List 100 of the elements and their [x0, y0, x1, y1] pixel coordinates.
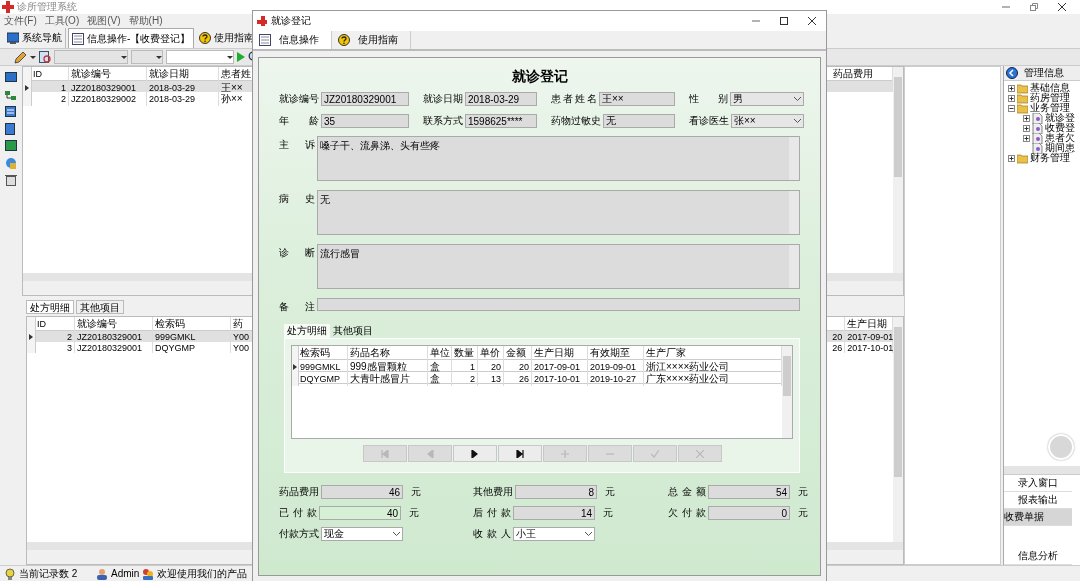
input-field[interactable]: 40	[319, 506, 401, 520]
dropdown[interactable]: 男	[730, 92, 804, 106]
menu-item[interactable]: 工具(O)	[44, 14, 80, 28]
expand-icon[interactable]	[1008, 84, 1016, 92]
column-header: 有效期至	[588, 346, 644, 360]
table-cell: 盒	[428, 372, 452, 386]
maximize-icon[interactable]	[780, 17, 788, 25]
input-field[interactable]: 1598625****	[465, 114, 537, 128]
input-field[interactable]: 46	[321, 485, 403, 499]
combo-box[interactable]	[166, 50, 234, 64]
collapse-icon[interactable]	[1008, 104, 1016, 112]
input-field[interactable]: 2018-03-29	[465, 92, 537, 106]
unit-label: 元	[409, 506, 419, 520]
menu-item[interactable]: 帮助(H)	[128, 14, 163, 28]
expand-icon[interactable]	[1023, 124, 1031, 132]
nav-tab[interactable]: 系统导航	[4, 28, 66, 48]
vertical-scrollbar[interactable]	[782, 346, 792, 438]
text-area[interactable]: 无	[317, 190, 800, 235]
input-field[interactable]: 54	[708, 485, 790, 499]
vertical-scrollbar[interactable]	[893, 67, 904, 273]
next-icon	[470, 449, 479, 458]
menu-item[interactable]: 文件(F)	[4, 14, 37, 28]
tree-item[interactable]: 基础信息	[1030, 83, 1071, 93]
navigator-button[interactable]	[452, 445, 497, 462]
unit-label: 元	[798, 485, 808, 499]
navigator-button[interactable]	[497, 445, 542, 462]
field-label: 备注	[279, 300, 315, 314]
table-cell: JZ20180329002	[69, 92, 147, 106]
bin-icon[interactable]	[5, 174, 17, 186]
book-icon[interactable]	[5, 123, 17, 135]
tree-item[interactable]: 期间患	[1045, 143, 1076, 153]
tab[interactable]: 其他项目	[76, 300, 124, 314]
close-icon[interactable]	[1058, 3, 1066, 11]
document-search-icon[interactable]	[39, 51, 51, 63]
tree-item[interactable]: 业务管理	[1030, 103, 1071, 113]
expand-icon[interactable]	[1023, 114, 1031, 122]
input-field[interactable]: 无	[603, 114, 675, 128]
tree-item[interactable]: 药房管理	[1030, 93, 1071, 103]
tab[interactable]: 处方明细	[284, 324, 330, 338]
expand-icon[interactable]	[1023, 134, 1031, 142]
folder-icon	[1017, 92, 1029, 104]
minimize-icon[interactable]	[752, 17, 760, 25]
horizontal-scrollbar[interactable]	[1004, 466, 1080, 474]
input-field[interactable]: 0	[708, 506, 790, 520]
tab[interactable]: 使用指南	[332, 31, 411, 49]
dropdown[interactable]: 小王	[513, 527, 595, 541]
close-icon[interactable]	[808, 17, 816, 25]
column-header: 数量	[452, 346, 478, 360]
back-icon[interactable]	[1006, 67, 1019, 79]
text-area[interactable]: 流行感冒	[317, 244, 800, 289]
shortcut-item[interactable]: 收费单据	[1004, 509, 1072, 526]
caret-icon[interactable]	[30, 55, 36, 59]
nav-tab[interactable]: 信息操作-【收费登记】	[68, 28, 195, 48]
input-field[interactable]: JZ20180329001	[321, 92, 409, 106]
tree-item[interactable]: 患者欠	[1045, 133, 1076, 143]
input-field[interactable]: 8	[515, 485, 597, 499]
input-field[interactable]: 35	[321, 114, 409, 128]
tree-item[interactable]: 就诊登	[1045, 113, 1076, 123]
expand-icon[interactable]	[1008, 154, 1016, 162]
folder-icon	[1017, 152, 1029, 164]
input-field[interactable]: 王××	[599, 92, 675, 106]
expand-icon[interactable]	[1008, 94, 1016, 102]
tab[interactable]: 其他项目	[330, 324, 376, 338]
input-field[interactable]: 14	[513, 506, 595, 520]
field-label: 总金额	[668, 485, 706, 499]
input-field[interactable]	[317, 298, 800, 311]
tree-item[interactable]: 收费登	[1045, 123, 1076, 133]
field-label: 药品费用	[279, 485, 319, 499]
user-icon	[96, 567, 108, 580]
tree-item[interactable]: 财务管理	[1030, 153, 1071, 163]
vertical-scrollbar[interactable]	[893, 317, 904, 542]
table-cell: 999感冒颗粒	[348, 360, 428, 374]
form-icon	[259, 34, 271, 46]
pencil-icon[interactable]	[14, 50, 27, 64]
table-icon[interactable]	[5, 140, 17, 152]
table-cell: 2	[452, 372, 478, 386]
field-label: 就诊编号	[279, 92, 319, 106]
dropdown-caret-icon	[156, 55, 162, 59]
tab[interactable]: 信息操作	[253, 31, 332, 49]
globe-icon[interactable]	[5, 157, 17, 169]
play-icon[interactable]	[237, 52, 245, 62]
combo-box[interactable]	[131, 50, 163, 64]
dropdown[interactable]: 现金	[321, 527, 403, 541]
list-icon[interactable]	[5, 106, 17, 118]
bulb-icon	[4, 567, 16, 580]
cancel-icon	[695, 449, 704, 458]
table-cell: 2	[31, 92, 69, 106]
app-title: 诊所管理系统	[17, 0, 77, 14]
dropdown[interactable]: 张××	[731, 114, 804, 128]
restore-icon[interactable]	[1030, 3, 1038, 11]
minimize-icon[interactable]	[1002, 3, 1010, 11]
text-area[interactable]: 嗓子干、流鼻涕、头有些疼	[317, 136, 800, 181]
shortcut-item[interactable]: 录入窗口	[1004, 475, 1072, 492]
column-header: 单价	[478, 346, 504, 360]
menu-item[interactable]: 视图(V)	[87, 14, 121, 28]
tab[interactable]: 处方明细	[26, 300, 74, 314]
table-cell: 20	[478, 360, 504, 374]
network-icon[interactable]	[5, 89, 17, 101]
document-icon	[1032, 112, 1044, 124]
monitor-icon[interactable]	[5, 72, 17, 84]
